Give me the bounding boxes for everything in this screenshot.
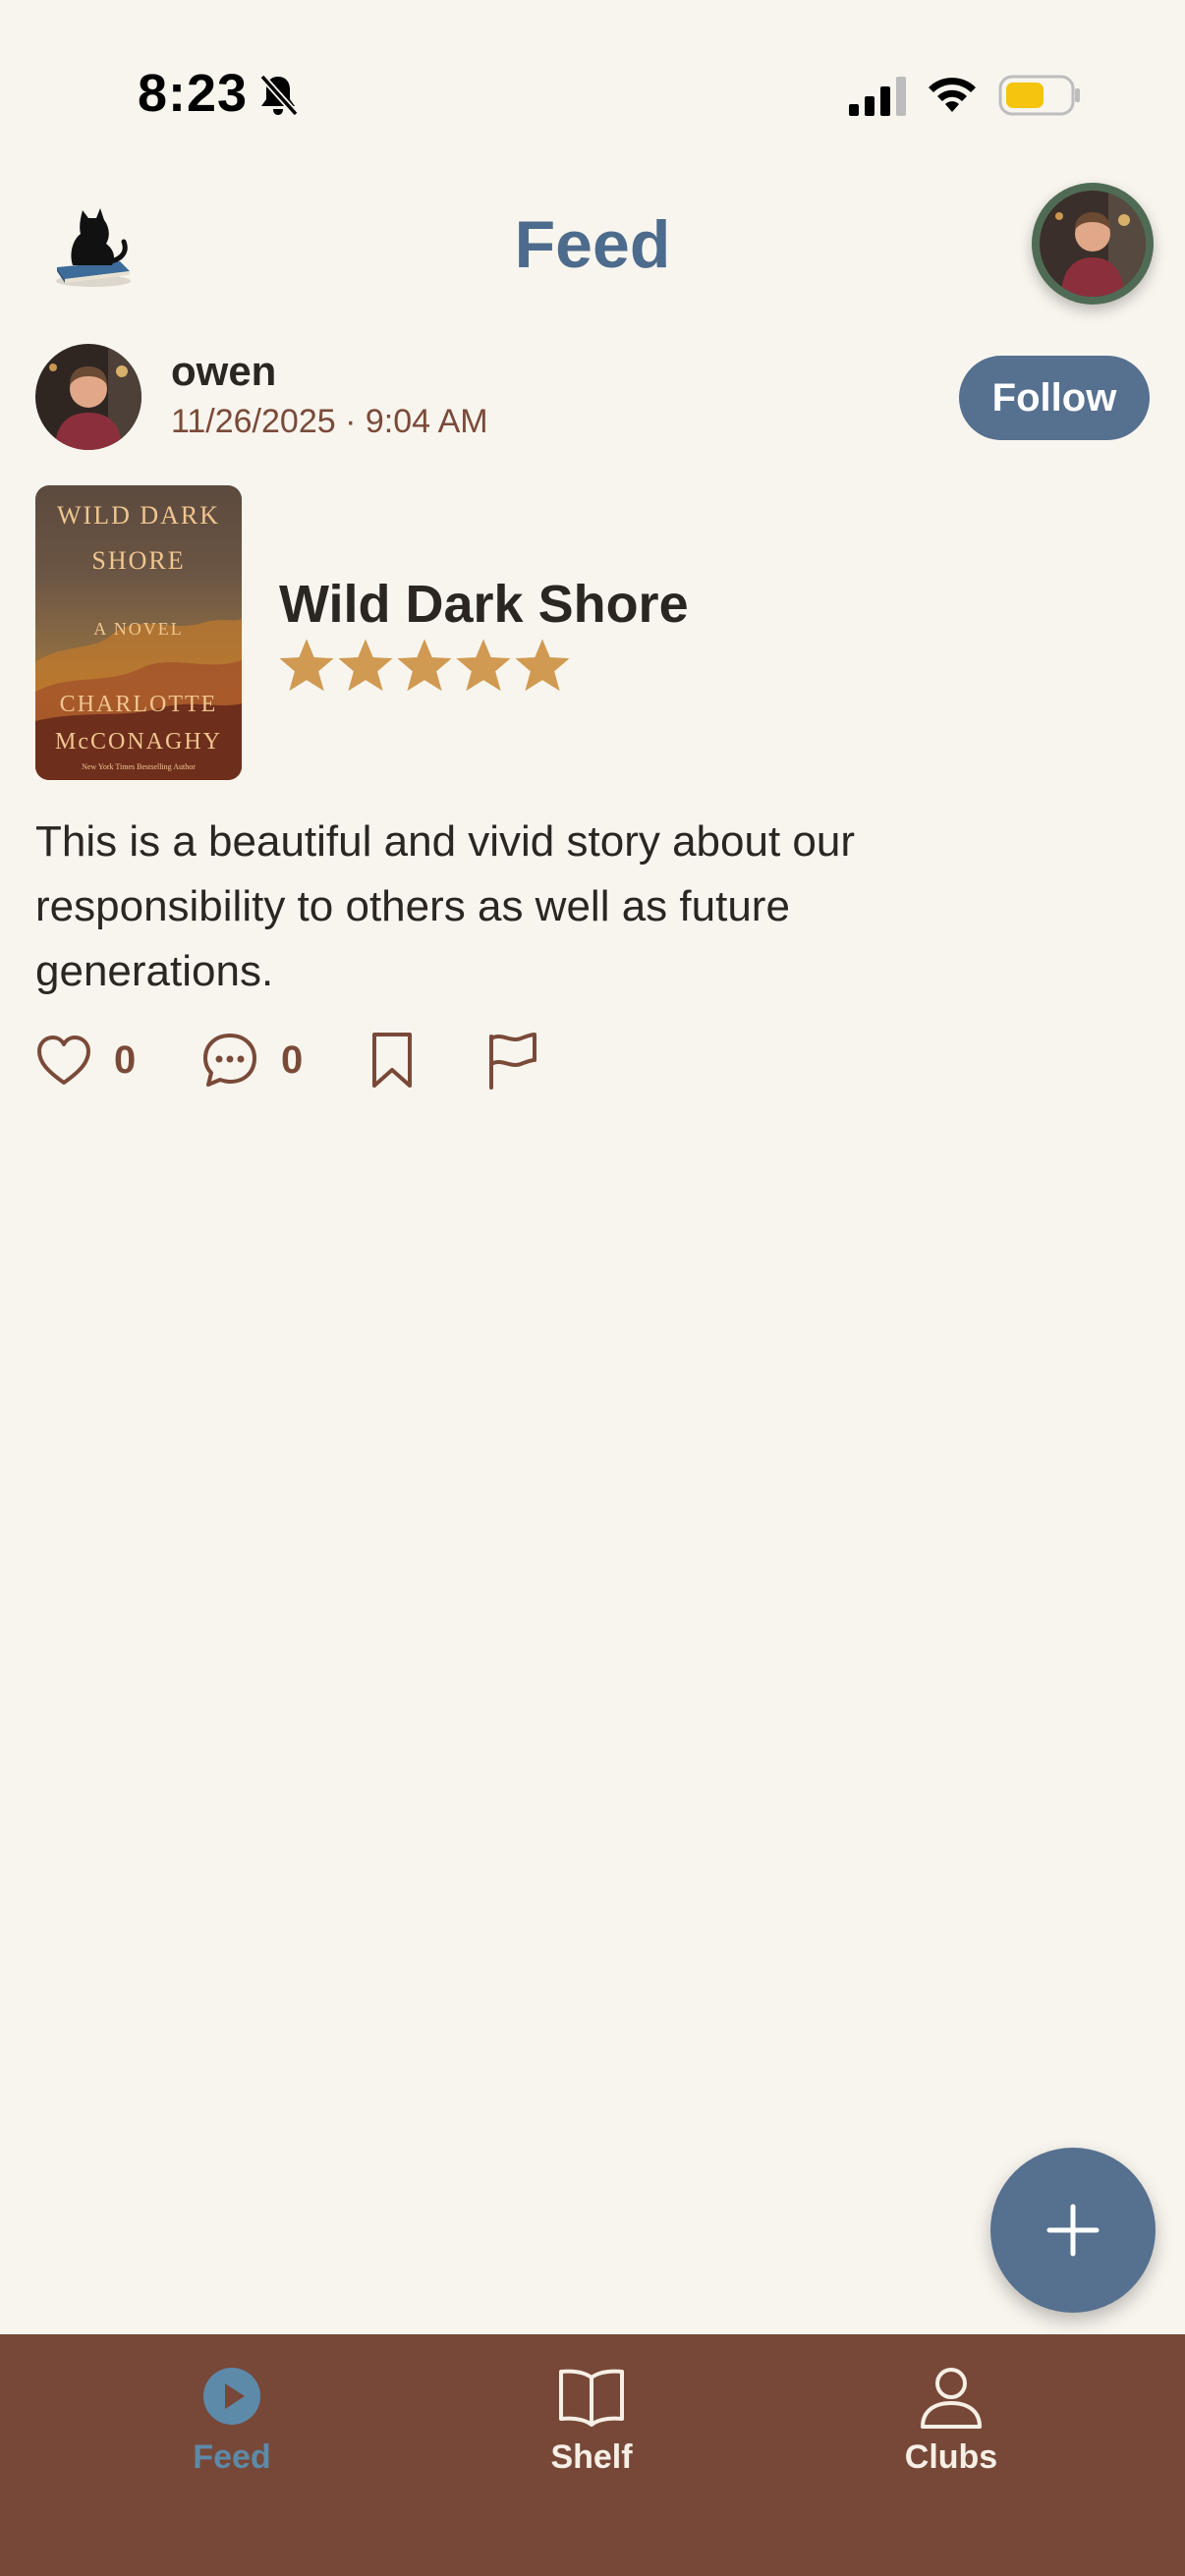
book-cover[interactable]: WILD DARK SHORE A NOVEL CHARLOTTE McCONA… xyxy=(35,485,242,780)
star-icon xyxy=(338,639,393,692)
star-icon xyxy=(456,639,511,692)
book-title[interactable]: Wild Dark Shore xyxy=(279,574,689,635)
like-button[interactable]: 0 xyxy=(35,1024,136,1096)
bookmark-icon xyxy=(372,1033,412,1088)
report-button[interactable] xyxy=(485,1024,540,1096)
comment-button[interactable]: 0 xyxy=(200,1024,303,1096)
cover-tagline: New York Times Bestselling Author xyxy=(82,762,196,771)
open-book-icon xyxy=(559,2369,624,2427)
follow-button[interactable]: Follow xyxy=(959,356,1150,440)
bell-off-icon xyxy=(259,74,299,117)
new-post-button[interactable] xyxy=(990,2148,1156,2313)
wifi-icon xyxy=(929,78,976,112)
cover-title-line: SHORE xyxy=(91,546,186,575)
status-time: 8:23 xyxy=(138,64,249,123)
cover-title-line: WILD DARK xyxy=(56,501,221,530)
post-timestamp: 11/26/2025 · 9:04 AM xyxy=(171,403,488,440)
comment-count: 0 xyxy=(281,1037,304,1082)
heart-icon xyxy=(37,1036,90,1085)
star-rating xyxy=(277,637,572,696)
star-icon xyxy=(397,639,452,692)
nav-item-clubs[interactable]: Clubs xyxy=(833,2362,1069,2477)
nav-label: Shelf xyxy=(550,2438,633,2476)
person-icon xyxy=(921,2368,982,2429)
bottom-nav: Feed Shelf Clubs xyxy=(0,2334,1185,2576)
nav-item-shelf[interactable]: Shelf xyxy=(474,2362,709,2477)
nav-label: Feed xyxy=(193,2438,271,2476)
cover-author-line: CHARLOTTE xyxy=(59,692,218,717)
cover-subtitle: A NOVEL xyxy=(93,619,184,639)
bookmark-button[interactable] xyxy=(369,1024,415,1096)
profile-avatar-button[interactable] xyxy=(1032,183,1154,305)
avatar xyxy=(1040,191,1146,297)
plus-icon xyxy=(1046,2204,1100,2257)
star-icon xyxy=(279,639,334,692)
post-username[interactable]: owen xyxy=(171,348,276,395)
nav-item-feed[interactable]: Feed xyxy=(114,2362,350,2477)
play-circle-icon xyxy=(203,2368,260,2425)
nav-label: Clubs xyxy=(904,2438,998,2476)
like-count: 0 xyxy=(114,1037,137,1082)
status-bar: 8:23 xyxy=(0,0,1185,187)
review-text: This is a beautiful and vivid story abou… xyxy=(35,817,856,995)
cover-author-line: McCONAGHY xyxy=(55,729,222,755)
cellular-signal-icon xyxy=(849,77,906,116)
star-icon xyxy=(515,639,570,692)
battery-icon xyxy=(998,75,1080,116)
flag-icon xyxy=(489,1033,536,1090)
comment-bubble-icon xyxy=(203,1034,256,1087)
page-title: Feed xyxy=(514,207,671,282)
post-author-avatar[interactable] xyxy=(35,344,141,450)
